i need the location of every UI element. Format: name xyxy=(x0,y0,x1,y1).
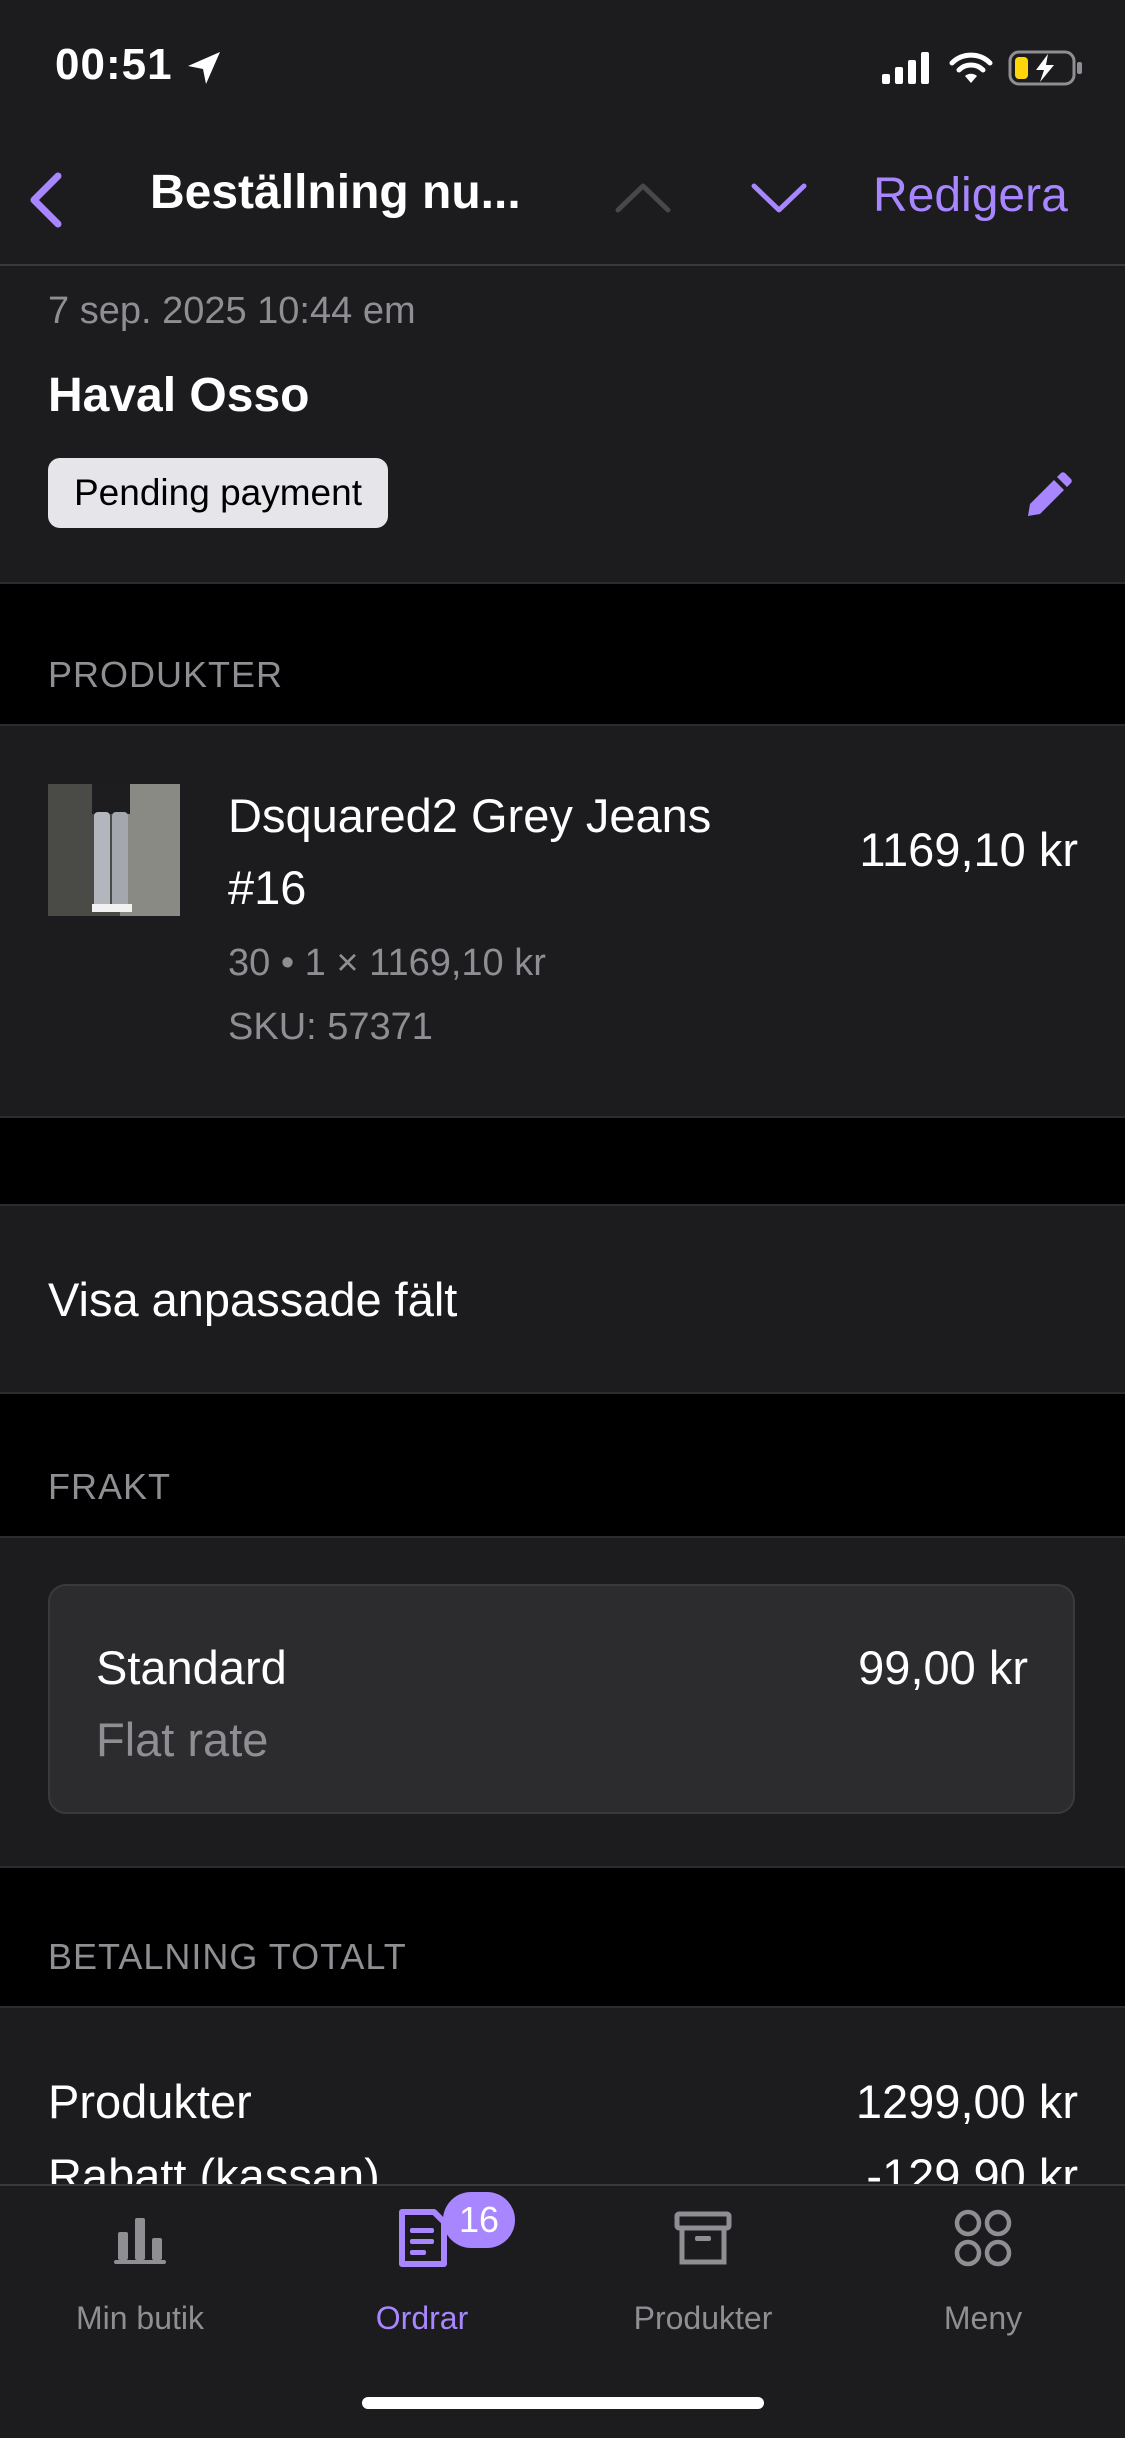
archive-box-icon xyxy=(674,2211,732,2265)
shipping-price: 99,00 kr xyxy=(858,1641,1028,1694)
chevron-up-icon[interactable] xyxy=(612,172,674,222)
shipping-method-box[interactable] xyxy=(48,1584,1075,1814)
status-time: 00:51 xyxy=(55,40,173,89)
location-arrow-icon xyxy=(188,52,220,84)
wifi-icon xyxy=(949,52,993,83)
tab-label: Ordrar xyxy=(375,2300,469,2336)
product-sku: SKU: 57371 xyxy=(228,1006,433,1048)
custom-fields-label[interactable]: Visa anpassade fält xyxy=(48,1272,457,1327)
edit-pencil-icon[interactable] xyxy=(1020,470,1074,524)
page-title: Beställning nu... xyxy=(150,166,521,219)
products-section-label: PRODUKTER xyxy=(48,654,284,695)
shipping-section-label: FRAKT xyxy=(48,1466,172,1507)
customer-name: Haval Osso xyxy=(48,369,310,422)
back-chevron-icon[interactable] xyxy=(22,168,70,232)
tab-label: Min butik xyxy=(75,2300,205,2336)
product-name: Dsquared2 Grey Jeans #16 xyxy=(228,789,712,914)
bar-chart-icon xyxy=(114,2218,166,2264)
product-price: 1169,10 kr xyxy=(859,823,1078,876)
cellular-signal-icon xyxy=(882,52,929,84)
battery-charging-icon xyxy=(1008,50,1082,86)
order-date: 7 sep. 2025 10:44 em xyxy=(48,290,416,332)
edit-button[interactable]: Redigera xyxy=(873,168,1068,223)
payment-products-value: 1299,00 kr xyxy=(855,2075,1078,2128)
product-meta: 30 • 1 × 1169,10 kr xyxy=(228,942,546,984)
status-badge: Pending payment xyxy=(48,458,388,528)
product-thumbnail xyxy=(48,784,180,916)
orders-count-badge: 16 xyxy=(443,2192,515,2248)
shipping-method: Standard xyxy=(96,1641,287,1694)
shipping-detail: Flat rate xyxy=(96,1713,269,1766)
orders-document-icon xyxy=(399,2209,447,2267)
tab-label: Produkter xyxy=(633,2300,773,2336)
tab-label: Meny xyxy=(943,2300,1023,2336)
chevron-down-icon[interactable] xyxy=(748,172,810,222)
payment-section-label: BETALNING TOTALT xyxy=(48,1936,407,1977)
menu-grid-icon xyxy=(954,2209,1012,2267)
home-indicator[interactable] xyxy=(362,2397,764,2409)
payment-products-label: Produkter xyxy=(48,2075,252,2128)
